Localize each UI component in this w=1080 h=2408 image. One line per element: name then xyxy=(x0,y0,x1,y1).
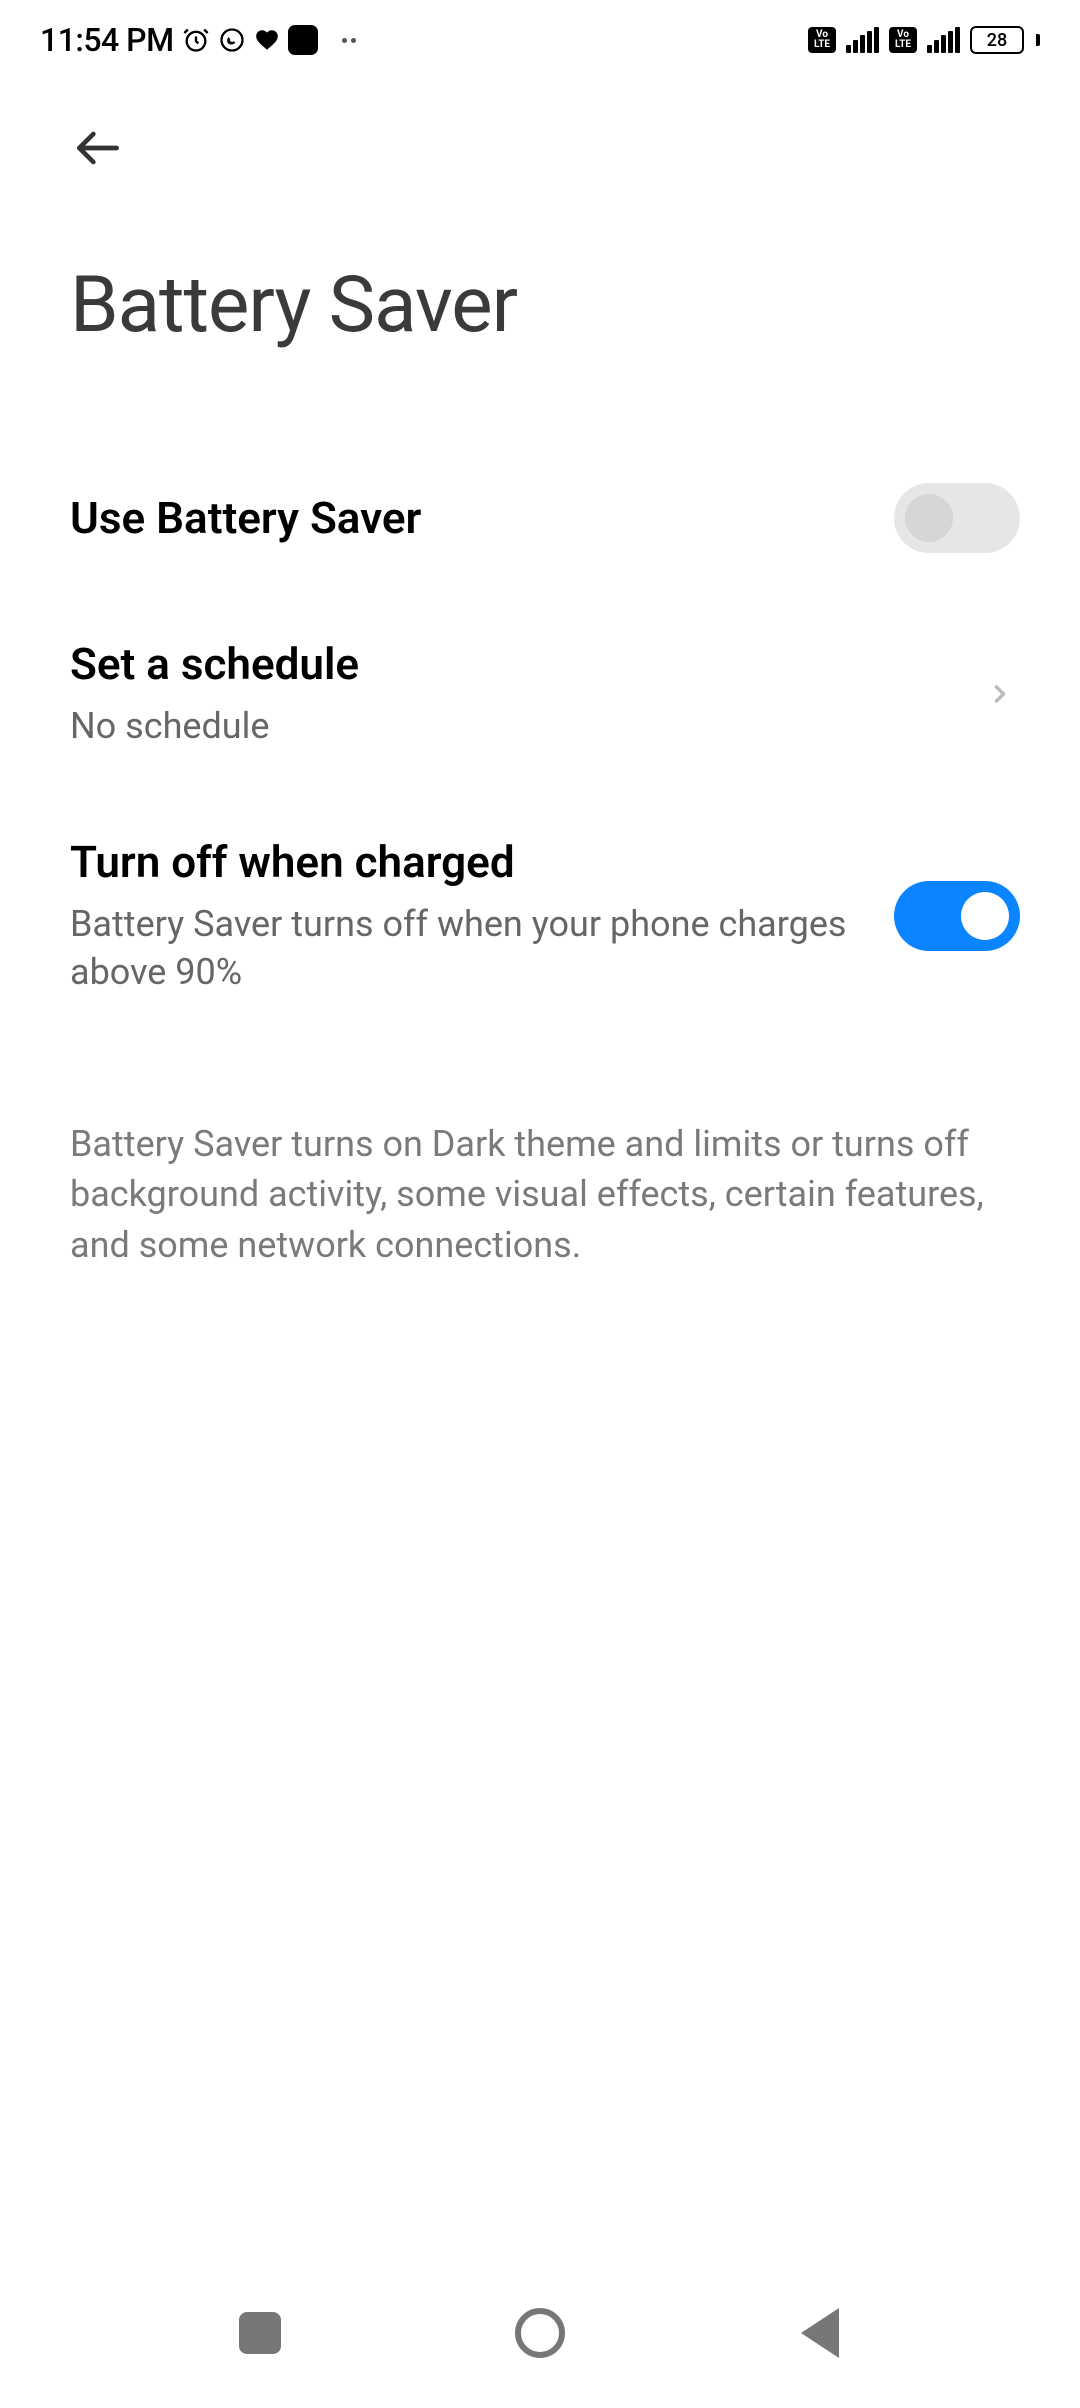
setting-subtitle: Battery Saver turns off when your phone … xyxy=(70,900,854,997)
volte-icon-1: VoLTE xyxy=(808,27,836,53)
setting-title: Use Battery Saver xyxy=(70,491,854,546)
signal-icon-1 xyxy=(846,27,879,53)
whatsapp-icon xyxy=(218,26,246,54)
home-icon xyxy=(515,2308,565,2358)
app-icon xyxy=(288,25,318,55)
toggle-knob xyxy=(961,892,1009,940)
recent-icon xyxy=(239,2312,281,2354)
alarm-icon xyxy=(182,26,210,54)
status-time: 11:54 PM xyxy=(40,21,174,59)
battery-tip xyxy=(1036,34,1040,46)
setting-title: Turn off when charged xyxy=(70,835,854,890)
setting-text: Use Battery Saver xyxy=(70,491,894,546)
back-icon xyxy=(801,2308,839,2358)
info-text: Battery Saver turns on Dark theme and li… xyxy=(0,1039,1080,1270)
chevron-right-icon xyxy=(980,672,1020,716)
navigation-bar xyxy=(0,2258,1080,2408)
nav-back-button[interactable] xyxy=(790,2303,850,2363)
settings-list: Use Battery Saver Set a schedule No sche… xyxy=(0,411,1080,1039)
nav-home-button[interactable] xyxy=(510,2303,570,2363)
setting-use-battery-saver[interactable]: Use Battery Saver xyxy=(70,441,1030,595)
status-left: 11:54 PM xyxy=(40,21,356,59)
setting-subtitle: No schedule xyxy=(70,702,940,751)
back-button[interactable] xyxy=(70,120,1030,190)
more-notifications-icon xyxy=(342,38,356,43)
setting-turn-off-when-charged[interactable]: Turn off when charged Battery Saver turn… xyxy=(70,793,1030,1039)
setting-text: Turn off when charged Battery Saver turn… xyxy=(70,835,894,997)
toggle-knob xyxy=(905,494,953,542)
setting-set-schedule[interactable]: Set a schedule No schedule xyxy=(70,595,1030,793)
volte-icon-2: VoLTE xyxy=(889,27,917,53)
battery-level: 28 xyxy=(987,30,1007,51)
nav-recent-button[interactable] xyxy=(230,2303,290,2363)
page-title: Battery Saver xyxy=(0,190,1080,411)
setting-text: Set a schedule No schedule xyxy=(70,637,980,751)
battery-icon: 28 xyxy=(970,26,1024,54)
toolbar xyxy=(0,80,1080,190)
setting-title: Set a schedule xyxy=(70,637,940,692)
signal-icon-2 xyxy=(927,27,960,53)
toggle-use-battery-saver[interactable] xyxy=(894,483,1020,553)
heart-icon xyxy=(254,27,280,53)
toggle-turn-off-when-charged[interactable] xyxy=(894,881,1020,951)
status-right: VoLTE VoLTE 28 xyxy=(808,26,1040,54)
status-bar: 11:54 PM VoLTE VoLTE 28 xyxy=(0,0,1080,80)
